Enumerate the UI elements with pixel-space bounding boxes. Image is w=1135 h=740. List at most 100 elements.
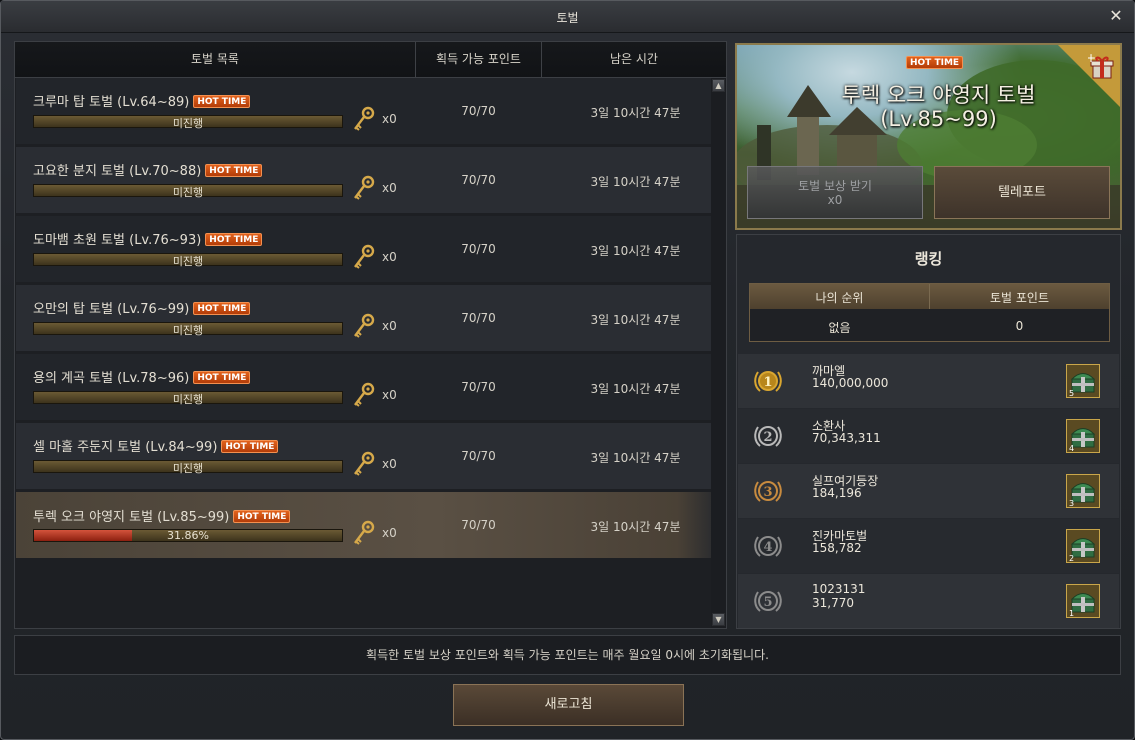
subjugation-title-text: 크루마 탑 토벌 (Lv.64~89) bbox=[33, 95, 190, 110]
hot-time-badge: HOT TIME bbox=[205, 164, 263, 177]
subjugation-row[interactable]: 오만의 탑 토벌 (Lv.76~99) HOT TIME 미진행 x0 70/70 3일 … bbox=[16, 285, 712, 351]
ranker-score: 70,343,311 bbox=[812, 431, 881, 445]
subjugation-row[interactable]: 고요한 분지 토벌 (Lv.70~88) HOT TIME 미진행 x0 70/70 3일… bbox=[16, 147, 712, 213]
available-points: 70/70 bbox=[461, 380, 496, 394]
subjugation-row[interactable]: 도마뱀 초원 토벌 (Lv.76~93) HOT TIME 미진행 x0 70/70 3일… bbox=[16, 216, 712, 282]
rank-medal-icon: 2 bbox=[754, 426, 782, 447]
subjugation-window: 토벌 ✕ 토벌 목록 획득 가능 포인트 남은 시간 크루마 탑 토벌 (Lv.… bbox=[0, 0, 1135, 740]
subjugation-title: 도마뱀 초원 토벌 (Lv.76~93) HOT TIME bbox=[33, 229, 263, 248]
subjugation-title: 투렉 오크 야영지 토벌 (Lv.85~99) HOT TIME bbox=[33, 506, 291, 525]
svg-text:2: 2 bbox=[763, 430, 772, 445]
ranker-score: 184,196 bbox=[812, 486, 862, 500]
ranker-score: 140,000,000 bbox=[812, 376, 889, 390]
svg-text:5: 5 bbox=[1069, 389, 1074, 398]
teleport-button[interactable]: 텔레포트 bbox=[934, 166, 1110, 219]
progress-text: 미진행 bbox=[172, 324, 204, 337]
reset-notice: 획득한 토벌 보상 포인트와 획득 가능 포인트는 매주 월요일 0시에 초기화… bbox=[14, 635, 1121, 675]
hot-time-badge: HOT TIME bbox=[233, 510, 291, 523]
subjugation-list-panel: 토벌 목록 획득 가능 포인트 남은 시간 크루마 탑 토벌 (Lv.64~89… bbox=[14, 41, 727, 629]
available-points: 70/70 bbox=[461, 242, 496, 256]
progress-text: 미진행 bbox=[172, 117, 204, 130]
remaining-time: 3일 10시간 47분 bbox=[590, 520, 681, 534]
remaining-time: 3일 10시간 47분 bbox=[590, 382, 681, 396]
key-icon bbox=[352, 175, 376, 201]
available-points: 70/70 bbox=[461, 518, 496, 532]
ranker-score: 158,782 bbox=[812, 541, 862, 555]
subjugation-row[interactable]: 크루마 탑 토벌 (Lv.64~89) HOT TIME 미진행 x0 70/70 3일 … bbox=[16, 78, 712, 144]
svg-text:1: 1 bbox=[763, 375, 772, 390]
progress-bar: 미진행 bbox=[33, 253, 343, 268]
title-bar[interactable]: 토벌 ✕ bbox=[1, 1, 1134, 33]
progress-bar: 미진행 bbox=[33, 322, 343, 337]
subjugation-title: 고요한 분지 토벌 (Lv.70~88) HOT TIME bbox=[33, 160, 263, 179]
key-count: x0 bbox=[382, 457, 397, 471]
my-rank-value: 없음 bbox=[828, 321, 851, 335]
hot-time-badge: HOT TIME bbox=[193, 302, 251, 315]
svg-text:3: 3 bbox=[763, 485, 772, 500]
key-count: x0 bbox=[382, 388, 397, 402]
available-points: 70/70 bbox=[461, 173, 496, 187]
subjugation-title-text: 고요한 분지 토벌 (Lv.70~88) bbox=[33, 164, 202, 179]
svg-text:4: 4 bbox=[763, 540, 772, 555]
key-count: x0 bbox=[382, 319, 397, 333]
reward-chest-icon[interactable]: 5 bbox=[1066, 364, 1100, 398]
reward-chest-icon[interactable]: 3 bbox=[1066, 474, 1100, 508]
my-rank-header-label: 나의 순위 bbox=[815, 291, 864, 305]
subjugation-title: 오만의 탑 토벌 (Lv.76~99) HOT TIME bbox=[33, 298, 251, 317]
list-header: 토벌 목록 획득 가능 포인트 남은 시간 bbox=[15, 42, 726, 78]
hot-time-badge: HOT TIME bbox=[906, 56, 964, 69]
remaining-time: 3일 10시간 47분 bbox=[590, 175, 681, 189]
ranking-row: 1 까마엘 140,000,000 5 bbox=[738, 354, 1119, 408]
reward-chest-icon[interactable]: 4 bbox=[1066, 419, 1100, 453]
rank-medal-icon: 5 bbox=[754, 591, 782, 612]
ranker-name: 1023131 bbox=[812, 582, 866, 596]
key-icon bbox=[352, 106, 376, 132]
refresh-button[interactable]: 새로고침 bbox=[453, 684, 684, 726]
banner-title-line1: 투렉 오크 야영지 토벌 bbox=[841, 83, 1036, 107]
list-scrollbar[interactable]: ▲ ▼ bbox=[711, 78, 726, 628]
ranking-row: 4 진카마토벌 158,782 2 bbox=[738, 519, 1119, 573]
hot-time-badge: HOT TIME bbox=[193, 371, 251, 384]
subjugation-row[interactable]: 용의 계곡 토벌 (Lv.78~96) HOT TIME 미진행 x0 70/70 3일 … bbox=[16, 354, 712, 420]
scroll-down-button[interactable]: ▼ bbox=[712, 613, 725, 626]
key-icon bbox=[352, 382, 376, 408]
scroll-up-button[interactable]: ▲ bbox=[712, 79, 725, 92]
banner-title-line2: (Lv.85~99) bbox=[880, 107, 997, 131]
rank-medal-icon: 3 bbox=[754, 481, 782, 502]
close-icon[interactable]: ✕ bbox=[1106, 6, 1126, 26]
claim-reward-button[interactable]: 토벌 보상 받기 x0 bbox=[747, 166, 923, 219]
my-rank-table: 나의 순위 토벌 포인트 없음 0 bbox=[749, 283, 1110, 342]
svg-text:4: 4 bbox=[1069, 444, 1074, 453]
subjugation-row[interactable]: 투렉 오크 야영지 토벌 (Lv.85~99) HOT TIME 31.86% x0 7… bbox=[16, 492, 712, 558]
my-rank-header: 나의 순위 토벌 포인트 bbox=[750, 284, 1109, 309]
subjugation-title: 크루마 탑 토벌 (Lv.64~89) HOT TIME bbox=[33, 91, 251, 110]
progress-text: 미진행 bbox=[172, 255, 204, 268]
key-count: x0 bbox=[382, 526, 397, 540]
subjugation-title-text: 오만의 탑 토벌 (Lv.76~99) bbox=[33, 302, 190, 317]
ranking-panel: 랭킹 나의 순위 토벌 포인트 없음 0 1 까마엘 140,000,000 5 2 소환… bbox=[736, 234, 1121, 629]
svg-text:2: 2 bbox=[1069, 554, 1074, 563]
available-points: 70/70 bbox=[461, 311, 496, 325]
subjugation-row[interactable]: 셀 마홀 주둔지 토벌 (Lv.84~99) HOT TIME 미진행 x0 70/70… bbox=[16, 423, 712, 489]
reward-chest-icon[interactable]: 1 bbox=[1066, 584, 1100, 618]
progress-bar: 미진행 bbox=[33, 184, 343, 199]
reward-chest-icon[interactable]: 2 bbox=[1066, 529, 1100, 563]
subjugation-title: 용의 계곡 토벌 (Lv.78~96) HOT TIME bbox=[33, 367, 251, 386]
ranking-title: 랭킹 bbox=[914, 250, 943, 268]
svg-text:+: + bbox=[1088, 53, 1096, 65]
progress-bar: 미진행 bbox=[33, 460, 343, 475]
claim-reward-label: 토벌 보상 받기 bbox=[798, 179, 872, 193]
key-icon bbox=[352, 451, 376, 477]
header-name: 토벌 목록 bbox=[191, 52, 239, 66]
header-points: 획득 가능 포인트 bbox=[436, 52, 521, 66]
my-points-value: 0 bbox=[1015, 319, 1024, 333]
claim-reward-count: x0 bbox=[827, 193, 843, 207]
progress-text: 미진행 bbox=[172, 393, 204, 406]
svg-text:5: 5 bbox=[763, 595, 772, 610]
header-time: 남은 시간 bbox=[610, 52, 658, 66]
ranker-score: 31,770 bbox=[812, 596, 854, 610]
gift-box-icon[interactable]: + bbox=[1088, 53, 1116, 81]
remaining-time: 3일 10시간 47분 bbox=[590, 106, 681, 120]
hot-time-badge: HOT TIME bbox=[193, 95, 251, 108]
remaining-time: 3일 10시간 47분 bbox=[590, 244, 681, 258]
